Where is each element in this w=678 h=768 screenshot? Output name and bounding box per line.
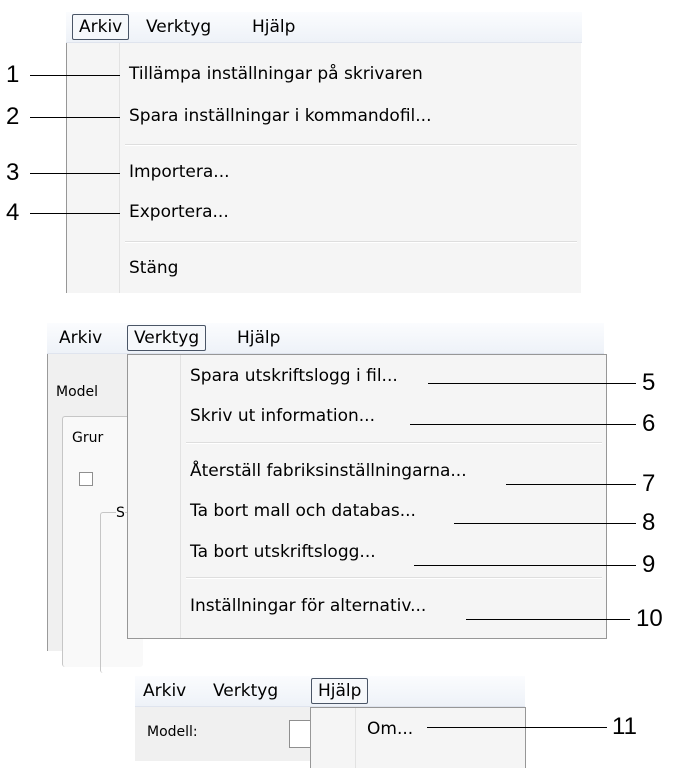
callout-number: 5 (642, 369, 656, 396)
menu-gutter (128, 355, 181, 638)
callout-number: 3 (6, 159, 20, 186)
callout-number: 9 (642, 551, 656, 578)
menu-gutter (67, 43, 120, 293)
menu-separator (186, 577, 602, 579)
group-label: S (116, 505, 125, 521)
menu-item-save-print-log[interactable]: Spara utskriftslogg i fil... (190, 363, 398, 389)
main-window-background: Model Grur S (47, 354, 143, 673)
callout-line (506, 484, 636, 485)
menu-hjalp[interactable]: Hjälp (311, 678, 369, 704)
menu-item-options-settings[interactable]: Inställningar för alternativ... (190, 593, 426, 619)
callout-line (30, 117, 120, 118)
menu-gutter (311, 708, 356, 768)
menu-arkiv[interactable]: Arkiv (53, 326, 108, 350)
menu-item-apply-settings[interactable]: Tillämpa inställningar på skrivaren (129, 61, 423, 87)
menu-verktyg[interactable]: Verktyg (127, 325, 207, 351)
callout-number: 11 (612, 713, 637, 740)
callout-line (410, 424, 636, 425)
menubar: Arkiv Verktyg Hjälp (66, 12, 582, 43)
callout-line (30, 173, 120, 174)
callout-line (414, 565, 636, 566)
menu-item-close[interactable]: Stäng (129, 255, 178, 281)
main-window-background: Modell: (135, 707, 321, 761)
menu-item-delete-print-log[interactable]: Ta bort utskriftslogg... (190, 539, 376, 565)
menu-item-print-information[interactable]: Skriv ut information... (190, 403, 375, 429)
menu-item-import[interactable]: Importera... (129, 159, 230, 185)
menu-item-save-command-file[interactable]: Spara inställningar i kommandofil... (129, 103, 431, 129)
menu-item-export[interactable]: Exportera... (129, 199, 229, 225)
callout-line (427, 727, 607, 728)
checkbox[interactable] (79, 472, 93, 486)
menu-hjalp[interactable]: Hjälp (231, 326, 286, 350)
callout-line (428, 383, 636, 384)
callout-number: 6 (642, 410, 656, 437)
menubar: Arkiv Verktyg Hjälp (135, 676, 525, 707)
menu-separator (125, 241, 577, 243)
model-label: Modell: (147, 724, 198, 740)
menu-item-delete-template-database[interactable]: Ta bort mall och databas... (190, 498, 416, 524)
callout-number: 8 (642, 509, 656, 536)
hjalp-dropdown: Om... (310, 707, 526, 768)
menu-item-factory-reset[interactable]: Återställ fabriksinställningarna... (190, 458, 467, 484)
menu-separator (186, 442, 602, 444)
menu-arkiv[interactable]: Arkiv (72, 14, 130, 40)
tab-label[interactable]: Grur (72, 430, 103, 446)
menubar: Arkiv Verktyg Hjälp (47, 323, 604, 354)
menu-separator (125, 144, 577, 146)
menu-hjalp[interactable]: Hjälp (246, 15, 301, 39)
callout-line (30, 213, 120, 214)
verktyg-dropdown: Spara utskriftslogg i fil... Skriv ut in… (127, 354, 607, 639)
callout-number: 2 (6, 103, 20, 130)
arkiv-dropdown: Tillämpa inställningar på skrivaren Spar… (66, 43, 581, 293)
callout-line (454, 523, 636, 524)
callout-number: 1 (6, 61, 20, 88)
menu-arkiv[interactable]: Arkiv (137, 679, 192, 703)
callout-line (466, 619, 630, 620)
model-label: Model (56, 384, 99, 400)
callout-number: 7 (642, 470, 656, 497)
menu-verktyg[interactable]: Verktyg (140, 15, 217, 39)
menu-verktyg[interactable]: Verktyg (207, 679, 284, 703)
callout-number: 10 (636, 605, 663, 632)
callout-line (30, 75, 120, 76)
callout-number: 4 (6, 199, 20, 226)
menu-item-about[interactable]: Om... (367, 716, 413, 742)
